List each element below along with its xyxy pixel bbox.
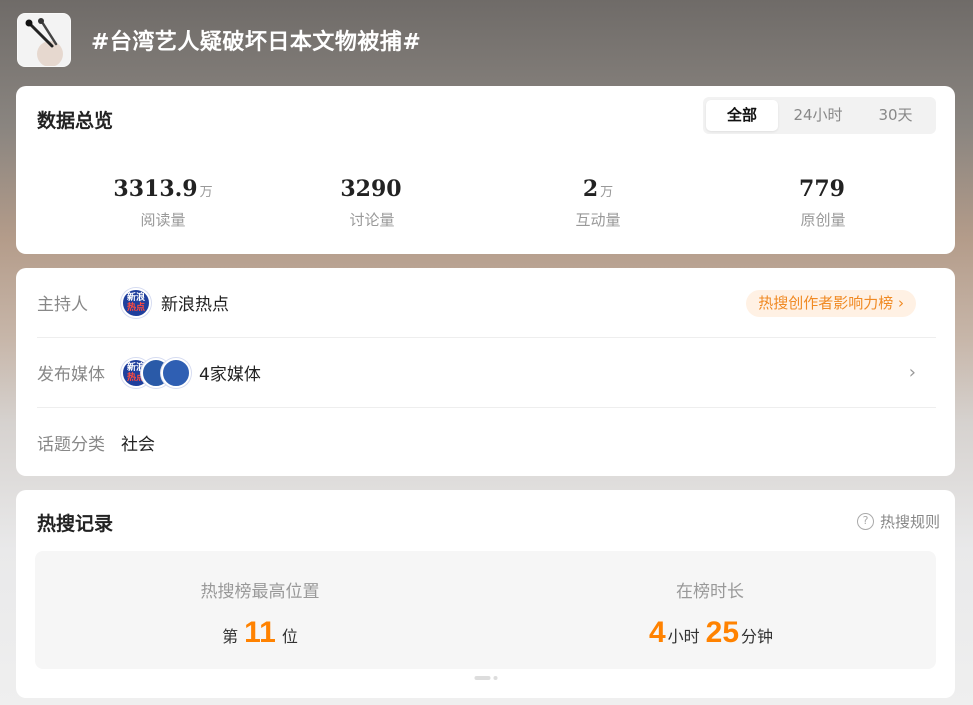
- category-value: 社会: [121, 435, 155, 455]
- stat-interactions-label: 互动量: [575, 211, 621, 229]
- record-heading: 热搜记录: [37, 513, 114, 535]
- minutes-number: 25: [705, 616, 740, 649]
- stat-interactions-value: 2: [582, 176, 599, 202]
- tab-30d[interactable]: 30天: [858, 100, 933, 131]
- stat-discussions: 3290 讨论量: [272, 176, 472, 230]
- stat-interactions: 2万 互动量: [498, 176, 698, 230]
- minutes-unit: 分钟: [741, 627, 774, 646]
- category-label: 话题分类: [37, 435, 105, 455]
- media-row[interactable]: 发布媒体 新浪 热点 4家媒体 ›: [37, 338, 936, 407]
- rank-prefix: 第: [222, 627, 239, 646]
- stat-discussions-label: 讨论量: [349, 211, 395, 229]
- page-dot: [493, 676, 497, 680]
- logo-text-bottom: 热点: [126, 302, 145, 313]
- stat-interactions-unit: 万: [600, 185, 614, 200]
- media-label: 发布媒体: [37, 365, 105, 385]
- sina-hot-logo-icon[interactable]: 新浪 热点: [121, 287, 151, 318]
- logo-text-top: 新浪: [126, 292, 145, 303]
- tab-all[interactable]: 全部: [706, 100, 778, 131]
- media-count: 4家媒体: [199, 365, 261, 385]
- stat-reads-value: 3313.9: [113, 176, 198, 202]
- stat-reads: 3313.9 万 阅读量: [63, 176, 263, 230]
- category-row: 话题分类 社会: [37, 408, 936, 477]
- hours-number: 4: [648, 616, 666, 649]
- rank-number: 11: [244, 616, 276, 649]
- media-logos: 新浪 热点: [121, 357, 191, 388]
- chevron-right-icon[interactable]: ›: [909, 362, 916, 383]
- overview-heading: 数据总览: [37, 110, 114, 132]
- stat-reads-unit: 万: [199, 185, 213, 200]
- host-row: 主持人 新浪 热点 新浪热点 热搜创作者影响力榜 ›: [37, 268, 936, 337]
- page-indicator: [474, 676, 497, 680]
- stat-originals-label: 原创量: [800, 211, 846, 229]
- topic-title: #台湾艺人疑破坏日本文物被捕#: [91, 30, 422, 55]
- highest-position-title: 热搜榜最高位置: [200, 582, 320, 602]
- creator-influence-link[interactable]: 热搜创作者影响力榜 ›: [746, 290, 916, 317]
- hours-unit: 小时: [667, 627, 700, 646]
- time-on-list-title: 在榜时长: [676, 582, 744, 602]
- data-overview-card: 数据总览 全部 24小时 30天 3313.9 万 阅读量 3290 讨论量 2万…: [16, 86, 955, 254]
- topic-thumbnail[interactable]: [17, 13, 71, 67]
- question-circle-icon: ?: [856, 513, 874, 530]
- tab-24h[interactable]: 24小时: [778, 100, 858, 131]
- topic-header: #台湾艺人疑破坏日本文物被捕#: [0, 0, 973, 80]
- rank-suffix: 位: [281, 627, 298, 646]
- rules-label: 热搜规则: [879, 513, 940, 531]
- time-range-tabs: 全部 24小时 30天: [703, 97, 936, 134]
- host-name[interactable]: 新浪热点: [161, 290, 229, 315]
- record-stats-box: 热搜榜最高位置 第 11 位 在榜时长 4 小时 25 分钟: [35, 551, 936, 669]
- topic-info-card: 主持人 新浪 热点 新浪热点 热搜创作者影响力榜 › 发布媒体 新浪 热点 4家媒体…: [16, 268, 955, 476]
- highest-position: 热搜榜最高位置 第 11 位: [35, 551, 485, 669]
- hot-search-rules-link[interactable]: ? 热搜规则: [856, 511, 940, 532]
- stat-discussions-value: 3290: [340, 176, 402, 202]
- page-dot-active: [474, 676, 490, 680]
- stat-originals-value: 779: [799, 176, 845, 202]
- time-on-list: 在榜时长 4 小时 25 分钟: [485, 551, 935, 669]
- microphone-icon: [18, 14, 70, 66]
- stat-originals: 779 原创量: [723, 176, 923, 230]
- stat-reads-label: 阅读量: [140, 211, 186, 229]
- media-logo-icon: [161, 357, 191, 388]
- hot-search-record-card: 热搜记录 ? 热搜规则 热搜榜最高位置 第 11 位 在榜时长 4 小时 25 …: [16, 490, 955, 698]
- host-label: 主持人: [37, 295, 88, 315]
